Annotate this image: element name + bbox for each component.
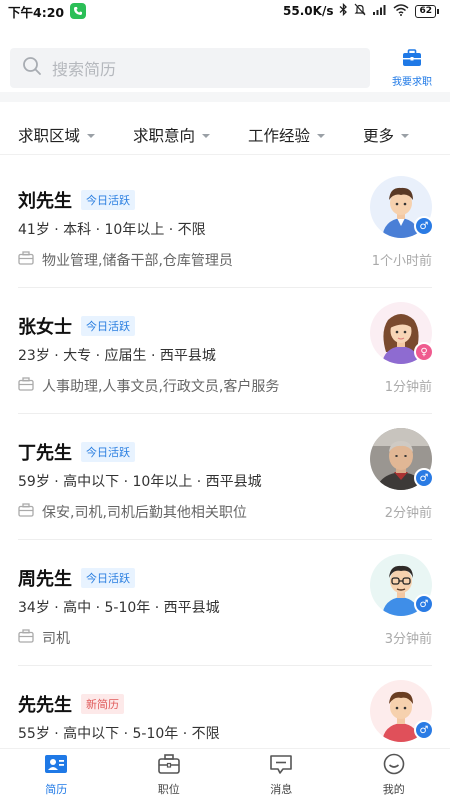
mute-bell-icon — [354, 3, 366, 19]
candidate-card[interactable]: 周先生 今日活跃 34岁 · 高中 · 5-10年 · 西平县城 司机 3分钟前… — [18, 540, 434, 666]
active-time: 2分钟前 — [384, 506, 432, 521]
caret-down-icon — [401, 133, 410, 138]
candidate-card[interactable]: 丁先生 今日活跃 59岁 · 高中以下 · 10年以上 · 西平县城 保安,司机… — [18, 414, 434, 540]
briefcase-outline-icon — [18, 629, 34, 647]
search-row: 搜索简历 我要求职 — [10, 47, 440, 89]
briefcase-outline-icon — [18, 377, 34, 395]
candidate-name: 周先生 — [18, 569, 72, 590]
filter-more[interactable]: 更多 — [363, 124, 410, 146]
candidate-name: 丁先生 — [18, 443, 72, 464]
male-icon: ♂ — [414, 468, 434, 488]
candidate-card[interactable]: 张女士 今日活跃 23岁 · 大专 · 应届生 · 西平县城 人事助理,人事文员… — [18, 288, 434, 414]
filter-bar: 求职区域 求职意向 工作经验 更多 — [0, 115, 450, 155]
tab-jobs[interactable]: 职位 — [113, 749, 226, 800]
active-time: 1分钟前 — [384, 380, 432, 395]
expected-jobs: 司机 — [42, 631, 70, 647]
candidate-name: 张女士 — [18, 317, 72, 338]
profile-icon — [382, 753, 406, 778]
status-badge: 今日活跃 — [81, 442, 135, 462]
caret-down-icon — [202, 133, 211, 138]
expected-jobs: 人事助理,人事文员,行政文员,客户服务 — [42, 379, 280, 395]
status-badge: 今日活跃 — [81, 190, 135, 210]
filter-label: 更多 — [363, 126, 395, 145]
bottom-tab-bar: 简历 职位 消息 我的 — [0, 748, 450, 800]
status-badge: 新简历 — [81, 694, 124, 714]
tab-label: 消息 — [270, 782, 293, 796]
phone-call-icon — [70, 3, 87, 19]
briefcase-icon — [402, 48, 422, 70]
section-divider — [0, 92, 450, 102]
search-placeholder: 搜索简历 — [52, 60, 117, 79]
status-time: 下午4:20 — [8, 4, 65, 20]
signal-icon — [372, 4, 387, 19]
expected-jobs: 物业管理,储备干部,仓库管理员 — [42, 253, 233, 269]
filter-region[interactable]: 求职区域 — [18, 124, 96, 146]
caret-down-icon — [317, 133, 326, 138]
tab-label: 简历 — [45, 782, 68, 796]
male-icon: ♂ — [414, 216, 434, 236]
tab-profile[interactable]: 我的 — [338, 749, 450, 800]
tab-messages[interactable]: 消息 — [225, 749, 338, 800]
expected-jobs: 保安,司机,司机后勤其他相关职位 — [42, 505, 247, 521]
search-input[interactable]: 搜索简历 — [10, 48, 370, 88]
tab-label: 我的 — [382, 782, 405, 796]
search-icon — [22, 56, 42, 80]
wifi-icon — [393, 3, 409, 19]
candidate-meta: 23岁 · 大专 · 应届生 · 西平县城 — [18, 348, 216, 364]
net-speed: 55.0K/s — [283, 4, 334, 18]
male-icon: ♂ — [414, 720, 434, 740]
resume-icon — [44, 753, 68, 778]
candidate-meta: 34岁 · 高中 · 5-10年 · 西平县城 — [18, 600, 220, 616]
filter-label: 求职区域 — [18, 126, 81, 145]
briefcase-outline-icon — [18, 503, 34, 521]
status-bar: 下午4:20 55.0K/s 62 — [0, 0, 450, 22]
filter-label: 工作经验 — [248, 126, 311, 145]
candidate-meta: 41岁 · 本科 · 10年以上 · 不限 — [18, 222, 206, 238]
candidate-meta: 55岁 · 高中以下 · 5-10年 · 不限 — [18, 726, 220, 742]
job-seek-label: 我要求职 — [392, 76, 432, 88]
male-icon: ♂ — [414, 594, 434, 614]
bluetooth-icon — [339, 2, 348, 19]
filter-label: 求职意向 — [133, 126, 196, 145]
message-icon — [269, 753, 293, 778]
filter-experience[interactable]: 工作经验 — [248, 124, 326, 146]
candidate-card[interactable]: 刘先生 今日活跃 41岁 · 本科 · 10年以上 · 不限 物业管理,储备干部… — [18, 162, 434, 288]
tab-resume[interactable]: 简历 — [0, 749, 113, 800]
caret-down-icon — [87, 133, 96, 138]
status-badge: 今日活跃 — [81, 568, 135, 588]
candidate-meta: 59岁 · 高中以下 · 10年以上 · 西平县城 — [18, 474, 262, 490]
briefcase-icon — [157, 753, 181, 778]
candidate-name: 刘先生 — [18, 191, 72, 212]
battery-icon: 62 — [415, 4, 439, 18]
candidate-name: 先先生 — [18, 695, 72, 716]
active-time: 1个小时前 — [371, 254, 432, 269]
job-seek-button[interactable]: 我要求职 — [384, 48, 440, 88]
tab-label: 职位 — [157, 782, 180, 796]
active-time: 3分钟前 — [384, 632, 432, 647]
filter-intent[interactable]: 求职意向 — [133, 124, 211, 146]
briefcase-outline-icon — [18, 251, 34, 269]
status-badge: 今日活跃 — [81, 316, 135, 336]
candidate-list: 刘先生 今日活跃 41岁 · 本科 · 10年以上 · 不限 物业管理,储备干部… — [0, 162, 450, 792]
female-icon: ♀ — [414, 342, 434, 362]
